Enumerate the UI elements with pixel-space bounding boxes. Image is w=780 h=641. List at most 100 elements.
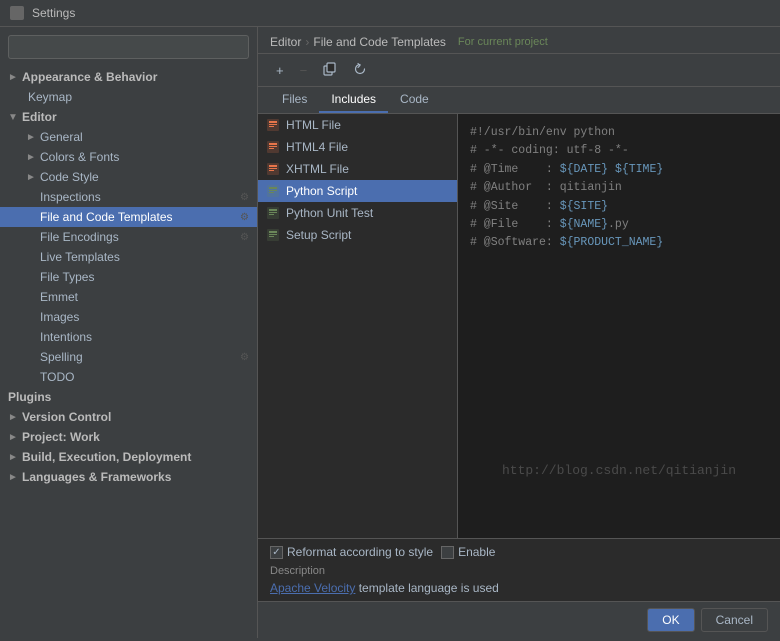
sidebar-item-label: TODO — [40, 370, 74, 384]
sidebar-item-editor[interactable]: Editor — [0, 107, 257, 127]
file-item-xhtml-file[interactable]: XHTML File — [258, 158, 457, 180]
sidebar-item-plugins[interactable]: Plugins — [0, 387, 257, 407]
file-item-python-script[interactable]: Python Script — [258, 180, 457, 202]
sidebar-item-colors-fonts[interactable]: Colors & Fonts — [0, 147, 257, 167]
add-button[interactable]: + — [270, 61, 290, 80]
sidebar-item-project-work[interactable]: Project: Work — [0, 427, 257, 447]
description-text: Apache Velocity template language is use… — [270, 581, 768, 595]
gear-icon: ⚙ — [240, 232, 249, 243]
right-header: Editor › File and Code Templates For cur… — [258, 27, 780, 54]
code-editor[interactable]: #!/usr/bin/env python# -*- coding: utf-8… — [458, 114, 780, 538]
copy-button[interactable] — [317, 59, 343, 81]
file-item-label: HTML File — [286, 118, 341, 132]
sidebar-item-general[interactable]: General — [0, 127, 257, 147]
code-line-2: # @Time : ${DATE} ${TIME} — [470, 161, 768, 179]
file-type-icon — [266, 118, 280, 132]
sidebar-section-label: Plugins — [8, 390, 51, 404]
main-layout: Appearance & Behavior Keymap Editor General… — [0, 27, 780, 638]
arrow-icon — [8, 72, 18, 83]
watermark: http://blog.csdn.net/qitianjin — [502, 463, 736, 478]
breadcrumb-current: File and Code Templates — [313, 35, 446, 49]
sidebar-item-label: Keymap — [28, 90, 72, 104]
toolbar: + − — [258, 54, 780, 87]
sidebar-item-label: Images — [40, 310, 79, 324]
expand-icon — [26, 132, 36, 143]
remove-button[interactable]: − — [294, 61, 314, 80]
expand-icon — [26, 172, 36, 183]
breadcrumb-sep: › — [305, 35, 309, 49]
sidebar-item-label: Emmet — [40, 290, 78, 304]
reset-button[interactable] — [347, 59, 373, 81]
apache-velocity-link[interactable]: Apache Velocity — [270, 581, 355, 595]
sidebar-item-keymap[interactable]: Keymap — [0, 87, 257, 107]
sidebar-item-label: Intentions — [40, 330, 92, 344]
code-line-5: # @File : ${NAME}.py — [470, 216, 768, 234]
right-panel: Editor › File and Code Templates For cur… — [258, 27, 780, 638]
copy-icon — [323, 62, 337, 76]
content-area: HTML File HTML4 File XHTML File Python S… — [258, 114, 780, 538]
app-icon — [10, 6, 24, 20]
gear-icon: ⚙ — [240, 212, 249, 223]
sidebar-item-live-templates[interactable]: Live Templates — [0, 247, 257, 267]
arrow-icon — [8, 452, 18, 463]
sidebar-section-label: Appearance & Behavior — [22, 70, 157, 84]
file-type-icon — [266, 206, 280, 220]
code-line-6: # @Software: ${PRODUCT_NAME} — [470, 234, 768, 252]
code-line-3: # @Author : qitianjin — [470, 179, 768, 197]
file-item-label: XHTML File — [286, 162, 349, 176]
sidebar-item-file-types[interactable]: File Types — [0, 267, 257, 287]
sidebar-item-label: Colors & Fonts — [40, 150, 119, 164]
sidebar-section-label: Build, Execution, Deployment — [22, 450, 191, 464]
enable-checkbox[interactable] — [441, 546, 454, 559]
sidebar-item-emmet[interactable]: Emmet — [0, 287, 257, 307]
sidebar-item-code-style[interactable]: Code Style — [0, 167, 257, 187]
bottom-area: Reformat according to style Enable Descr… — [258, 538, 780, 601]
sidebar-item-file-encodings[interactable]: File Encodings⚙ — [0, 227, 257, 247]
file-item-html4-file[interactable]: HTML4 File — [258, 136, 457, 158]
enable-label-text: Enable — [458, 545, 495, 559]
sidebar-item-inspections[interactable]: Inspections⚙ — [0, 187, 257, 207]
file-item-label: Setup Script — [286, 228, 351, 242]
tab-files[interactable]: Files — [270, 87, 319, 113]
sidebar-section-label: Project: Work — [22, 430, 100, 444]
sidebar-item-todo[interactable]: TODO — [0, 367, 257, 387]
sidebar-item-label: General — [40, 130, 83, 144]
ok-button[interactable]: OK — [647, 608, 694, 632]
sidebar-item-label: File Types — [40, 270, 94, 284]
reformat-checkbox-label[interactable]: Reformat according to style — [270, 545, 433, 559]
tab-code[interactable]: Code — [388, 87, 441, 113]
sidebar-item-spelling[interactable]: Spelling⚙ — [0, 347, 257, 367]
description-label: Description — [270, 565, 768, 577]
enable-checkbox-label[interactable]: Enable — [441, 545, 495, 559]
sidebar-item-languages[interactable]: Languages & Frameworks — [0, 467, 257, 487]
sidebar-item-version-control[interactable]: Version Control — [0, 407, 257, 427]
file-item-html-file[interactable]: HTML File — [258, 114, 457, 136]
tabs-bar: Files Includes Code — [258, 87, 780, 114]
sidebar-item-label: Live Templates — [40, 250, 120, 264]
sidebar-section-label: Version Control — [22, 410, 111, 424]
sidebar-tree: Appearance & Behavior Keymap Editor General… — [0, 67, 257, 487]
breadcrumb: Editor › File and Code Templates — [270, 35, 446, 49]
file-item-python-unit-test[interactable]: Python Unit Test — [258, 202, 457, 224]
sidebar-item-label: Spelling — [40, 350, 83, 364]
cancel-button[interactable]: Cancel — [701, 608, 768, 632]
code-line-4: # @Site : ${SITE} — [470, 198, 768, 216]
file-item-setup-script[interactable]: Setup Script — [258, 224, 457, 246]
reformat-checkbox[interactable] — [270, 546, 283, 559]
sidebar-section-label: Languages & Frameworks — [22, 470, 171, 484]
file-item-label: Python Script — [286, 184, 357, 198]
arrow-icon — [8, 112, 18, 123]
sidebar-item-label: Inspections — [40, 190, 101, 204]
sidebar-item-file-code-templates[interactable]: File and Code Templates ⚙ — [0, 207, 257, 227]
sidebar-item-label: File and Code Templates — [40, 210, 173, 224]
sidebar-item-appearance[interactable]: Appearance & Behavior — [0, 67, 257, 87]
search-input[interactable] — [8, 35, 249, 59]
sidebar-item-label: Code Style — [40, 170, 99, 184]
sidebar-item-build-exec[interactable]: Build, Execution, Deployment — [0, 447, 257, 467]
sidebar: Appearance & Behavior Keymap Editor General… — [0, 27, 258, 638]
tab-includes[interactable]: Includes — [319, 87, 388, 113]
sidebar-item-images[interactable]: Images — [0, 307, 257, 327]
sidebar-item-intentions[interactable]: Intentions — [0, 327, 257, 347]
code-line-0: #!/usr/bin/env python — [470, 124, 768, 142]
for-project-label: For current project — [458, 36, 548, 48]
